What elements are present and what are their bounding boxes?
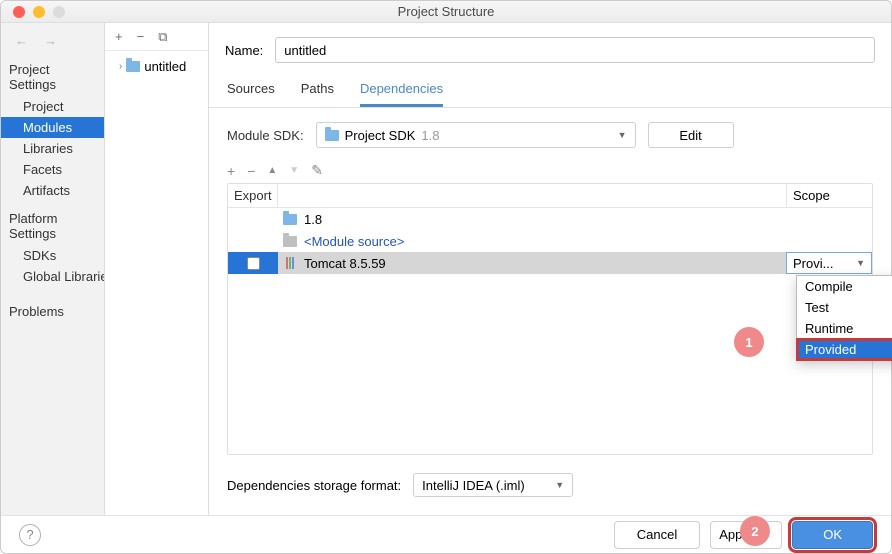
module-sdk-select[interactable]: Project SDK 1.8 ▼: [316, 122, 636, 148]
module-sdk-label: Module SDK:: [227, 128, 304, 143]
remove-module-icon[interactable]: −: [137, 29, 145, 44]
dep-name: 1.8: [302, 212, 786, 227]
sdk-version: 1.8: [421, 128, 439, 143]
sdk-name: Project SDK: [345, 128, 416, 143]
copy-module-icon[interactable]: ⧉: [158, 29, 167, 45]
add-dependency-icon[interactable]: +: [227, 163, 235, 179]
back-icon[interactable]: ←: [15, 33, 28, 48]
tab-dependencies[interactable]: Dependencies: [360, 81, 443, 107]
sidebar-item-artifacts[interactable]: Artifacts: [1, 180, 104, 201]
sidebar-item-problems[interactable]: Problems: [1, 301, 104, 322]
window-title: Project Structure: [1, 4, 891, 19]
folder-icon: [325, 130, 339, 141]
ok-button[interactable]: OK: [792, 521, 873, 549]
table-row[interactable]: <Module source>: [228, 230, 872, 252]
titlebar: Project Structure: [1, 1, 891, 23]
sidebar-item-facets[interactable]: Facets: [1, 159, 104, 180]
table-row[interactable]: 1.8: [228, 208, 872, 230]
chevron-down-icon: ▼: [856, 258, 865, 268]
dep-name: <Module source>: [302, 234, 786, 249]
sidebar-item-project[interactable]: Project: [1, 96, 104, 117]
folder-icon: [283, 214, 297, 225]
scope-select[interactable]: Provi... ▼: [786, 252, 872, 274]
annotation-badge-2: 2: [740, 516, 770, 546]
dependencies-table: Export Scope 1.8 <Module source>: [227, 183, 873, 455]
help-icon[interactable]: ?: [19, 524, 41, 546]
module-tree-item[interactable]: › untitled: [111, 57, 202, 76]
dep-name: Tomcat 8.5.59: [302, 256, 786, 271]
storage-format-select[interactable]: IntelliJ IDEA (.iml) ▼: [413, 473, 573, 497]
chevron-down-icon: ▼: [555, 480, 564, 490]
scope-option-runtime[interactable]: Runtime: [797, 318, 892, 339]
sidebar-item-libraries[interactable]: Libraries: [1, 138, 104, 159]
col-export: Export: [228, 184, 278, 207]
move-down-icon[interactable]: ▼: [289, 165, 299, 176]
sidebar-section-project: Project Settings: [1, 58, 104, 96]
storage-format-label: Dependencies storage format:: [227, 478, 401, 493]
chevron-down-icon: ▼: [618, 130, 627, 140]
main-panel: Name: Sources Paths Dependencies Module …: [209, 23, 891, 515]
folder-icon: [283, 236, 297, 247]
name-label: Name:: [225, 43, 263, 58]
edit-dependency-icon[interactable]: ✎: [311, 162, 323, 179]
table-row[interactable]: Tomcat 8.5.59 Provi... ▼: [228, 252, 872, 274]
sidebar-section-platform: Platform Settings: [1, 207, 104, 245]
scope-option-compile[interactable]: Compile: [797, 276, 892, 297]
move-up-icon[interactable]: ▲: [267, 165, 277, 176]
forward-icon[interactable]: →: [44, 33, 57, 48]
module-name-input[interactable]: [275, 37, 875, 63]
tab-paths[interactable]: Paths: [301, 81, 334, 107]
tab-sources[interactable]: Sources: [227, 81, 275, 107]
sidebar-item-sdks[interactable]: SDKs: [1, 245, 104, 266]
module-list-panel: + − ⧉ › untitled: [105, 23, 209, 515]
export-checkbox[interactable]: [247, 257, 260, 270]
sidebar-item-global-libraries[interactable]: Global Libraries: [1, 266, 104, 287]
remove-dependency-icon[interactable]: −: [247, 163, 255, 179]
scope-option-test[interactable]: Test: [797, 297, 892, 318]
scope-option-provided[interactable]: Provided: [797, 339, 892, 360]
sidebar: ← → Project Settings Project Modules Lib…: [1, 23, 105, 515]
scope-dropdown: Compile Test Runtime Provided: [796, 275, 892, 361]
annotation-badge-1: 1: [734, 327, 764, 357]
cancel-button[interactable]: Cancel: [614, 521, 700, 549]
sidebar-item-modules[interactable]: Modules: [1, 117, 104, 138]
library-icon: [286, 257, 294, 269]
add-module-icon[interactable]: +: [115, 29, 123, 44]
chevron-right-icon: ›: [119, 61, 122, 72]
module-name: untitled: [144, 59, 186, 74]
folder-icon: [126, 61, 140, 72]
col-scope: Scope: [786, 184, 872, 207]
edit-sdk-button[interactable]: Edit: [648, 122, 734, 148]
